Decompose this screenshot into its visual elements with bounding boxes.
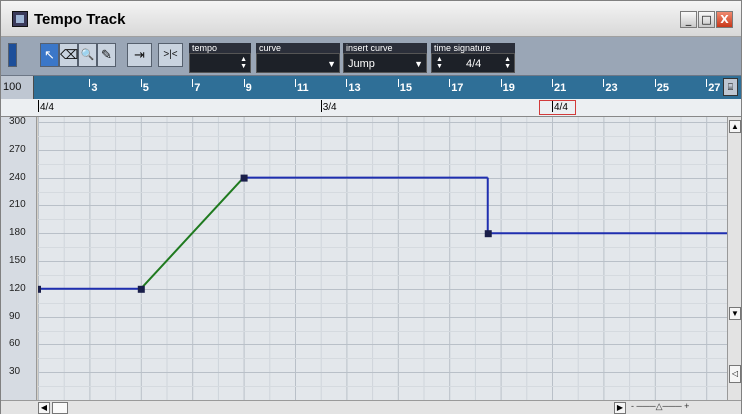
ruler-tick	[654, 79, 656, 87]
toolbar: ↖ ⌫ 🔍 ✎ ⇥ >|< tempo ▲ ▼ curve ▼ insert cu…	[1, 37, 741, 76]
tempo-track-window: Tempo Track _ □ X ↖ ⌫ 🔍 ✎ ⇥ >|< tempo ▲ ▼…	[0, 0, 742, 414]
ruler-bar-label: 17	[451, 82, 464, 94]
pencil-tool-icon[interactable]: ✎	[97, 43, 116, 67]
close-button[interactable]: X	[716, 11, 733, 28]
ruler-bar-label: 23	[605, 82, 618, 94]
tempo-axis-label: 300	[9, 116, 26, 127]
tempo-point	[484, 230, 492, 238]
tempo-label: tempo	[189, 43, 251, 53]
chevron-down-icon[interactable]: ▼	[327, 54, 336, 74]
horizontal-scrollbar[interactable]: ◀ ▶ - ───△─── +	[1, 400, 741, 414]
zoom-handle-icon[interactable]: ◁	[729, 365, 741, 383]
tempo-axis-label: 90	[9, 310, 21, 322]
signature-mark	[38, 100, 39, 112]
tempo-graph: 300 270 240 210 180 150 120 90 60 30	[1, 116, 741, 400]
tempo-axis-label: 120	[9, 282, 26, 294]
ruler-tick	[500, 79, 502, 87]
ruler-tick	[346, 79, 348, 87]
curve-field[interactable]: curve ▼	[256, 43, 340, 73]
ruler-bar-label: 15	[399, 82, 413, 94]
spin-arrows-icon[interactable]: ▲ ▼	[436, 56, 443, 70]
ruler-bar-label: 9	[245, 82, 252, 94]
ruler-bar-label: 27	[708, 82, 721, 94]
vertical-scrollbar[interactable]: ▲ ▼ ◁	[727, 117, 741, 400]
toolbar-handle[interactable]	[8, 43, 17, 67]
ruler-tick	[397, 79, 399, 87]
ruler-tick	[140, 79, 142, 87]
signature-label[interactable]: 4/4	[40, 102, 54, 113]
chevron-down-icon[interactable]: ▼	[414, 54, 423, 74]
tempo-field[interactable]: tempo ▲ ▼	[189, 43, 251, 73]
curve-value[interactable]: ▼	[256, 53, 340, 73]
bar-ruler[interactable]: 100 357911131517192123252729 ⌸	[1, 76, 741, 99]
tempo-axis: 300 270 240 210 180 150 120 90 60 30	[1, 116, 37, 400]
insert-curve-label: insert curve	[343, 43, 427, 53]
scroll-thumb[interactable]	[52, 402, 68, 414]
signature-track[interactable]: 4/4 3/4 4/4	[1, 99, 741, 117]
zoom-tool-icon[interactable]: 🔍	[78, 43, 97, 67]
tempo-axis-label: 270	[9, 143, 26, 155]
signature-mark	[320, 100, 322, 112]
time-signature-label: time signature	[431, 43, 515, 53]
ruler-tick	[89, 79, 91, 87]
insert-curve-value[interactable]: Jump ▼	[343, 53, 427, 73]
ruler-tick	[449, 79, 451, 87]
time-signature-field[interactable]: time signature 4/4 ▲ ▼ ▲ ▼	[431, 43, 515, 73]
ruler-tick	[192, 79, 194, 87]
tempo-axis-label: 30	[9, 366, 21, 378]
arrow-tool-icon[interactable]: ↖	[40, 43, 59, 67]
scroll-right-icon[interactable]: ▶	[614, 402, 626, 414]
ruler-tick	[295, 79, 296, 87]
erase-tool-icon[interactable]: ⌫	[59, 43, 78, 67]
tempo-axis-label: 150	[9, 255, 26, 266]
ruler-tick	[552, 79, 553, 87]
signature-label[interactable]: 3/4	[323, 102, 337, 113]
scroll-down-icon[interactable]: ▼	[729, 307, 741, 320]
tempo-point	[137, 285, 145, 293]
ruler-menu-icon[interactable]: ⌸	[723, 78, 738, 96]
ruler-tick	[706, 79, 708, 87]
ruler-bar-label: 13	[348, 82, 361, 94]
maximize-button[interactable]: □	[698, 11, 715, 28]
tempo-axis-label: 60	[9, 338, 21, 350]
tempo-axis-label: 240	[9, 171, 26, 183]
tempo-point-start	[38, 285, 41, 293]
tempo-axis-label: 180	[9, 227, 26, 239]
spin-arrows-icon[interactable]: ▲ ▼	[504, 56, 511, 70]
ruler-bar-label: 19	[502, 82, 515, 94]
spin-arrows-icon[interactable]: ▲ ▼	[240, 56, 247, 70]
snap-mode-icon[interactable]: >|<	[158, 43, 183, 67]
tempo-axis-label: 210	[9, 199, 26, 211]
tempo-value[interactable]: ▲ ▼	[189, 53, 251, 73]
app-icon	[12, 11, 28, 27]
ruler-bar-label: 7	[194, 82, 201, 94]
time-signature-value[interactable]: 4/4 ▲ ▼ ▲ ▼	[431, 53, 515, 73]
ruler-bar-label: 11	[297, 82, 309, 94]
horizontal-zoom-slider[interactable]: - ───△─── +	[631, 401, 735, 414]
scroll-left-icon[interactable]: ◀	[38, 402, 50, 414]
zoom-level[interactable]: 100	[1, 76, 34, 99]
selected-signature-marker[interactable]	[539, 100, 576, 115]
ruler-bar-label: 25	[656, 82, 670, 94]
ruler-bar-label: 21	[554, 82, 567, 94]
ruler-bar-label: 3	[91, 82, 98, 94]
snap-tool-icon[interactable]: ⇥	[127, 43, 152, 67]
tempo-plot[interactable]	[38, 117, 727, 400]
scroll-up-icon[interactable]: ▲	[729, 120, 741, 133]
insert-curve-field[interactable]: insert curve Jump ▼	[343, 43, 427, 73]
ruler-bar-label: 5	[142, 82, 149, 94]
title-bar[interactable]: Tempo Track _ □ X	[1, 1, 741, 37]
ruler-tick	[603, 79, 605, 87]
window-title: Tempo Track	[34, 11, 126, 28]
ruler-tick	[243, 79, 245, 87]
minimize-button[interactable]: _	[680, 11, 697, 28]
curve-label: curve	[256, 43, 340, 53]
tempo-point	[240, 174, 248, 182]
